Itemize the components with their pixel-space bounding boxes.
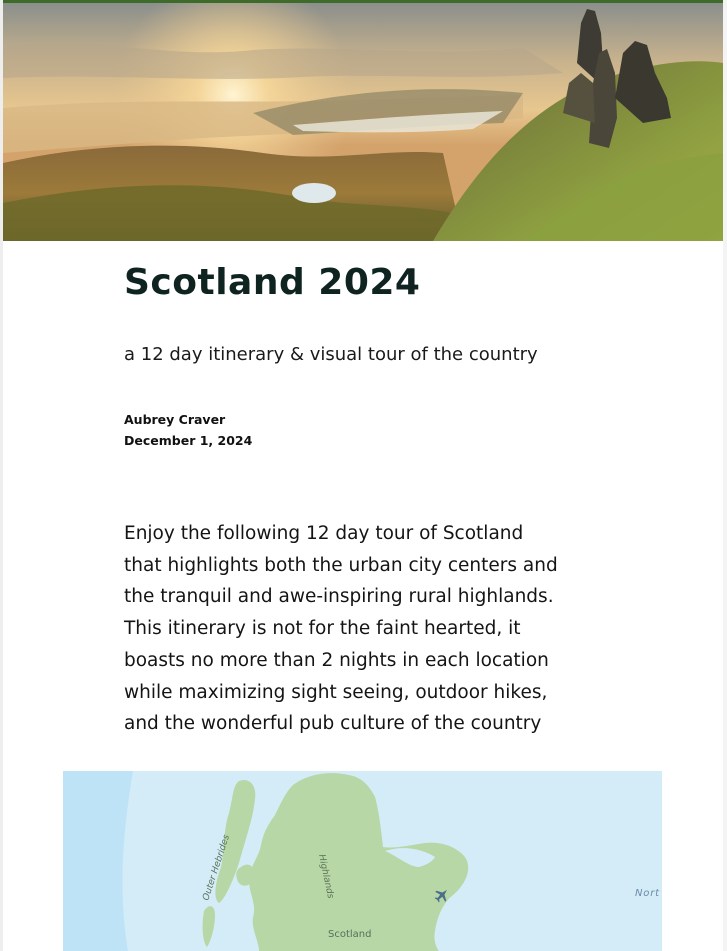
scotland-map[interactable]: Outer Hebrides Highlands Scotland Nort bbox=[63, 771, 662, 951]
intro-paragraph: Enjoy the following 12 day tour of Scotl… bbox=[124, 523, 558, 735]
page-subtitle: a 12 day itinerary & visual tour of the … bbox=[124, 344, 538, 365]
hero-image bbox=[3, 3, 723, 241]
publish-date: December 1, 2024 bbox=[124, 433, 253, 448]
byline: Aubrey Craver December 1, 2024 bbox=[124, 412, 252, 454]
map-label-north-sea: Nort bbox=[635, 888, 660, 899]
page-title: Scotland 2024 bbox=[124, 262, 421, 303]
author-name: Aubrey Craver bbox=[124, 412, 226, 427]
map-label-scotland: Scotland bbox=[328, 929, 371, 940]
